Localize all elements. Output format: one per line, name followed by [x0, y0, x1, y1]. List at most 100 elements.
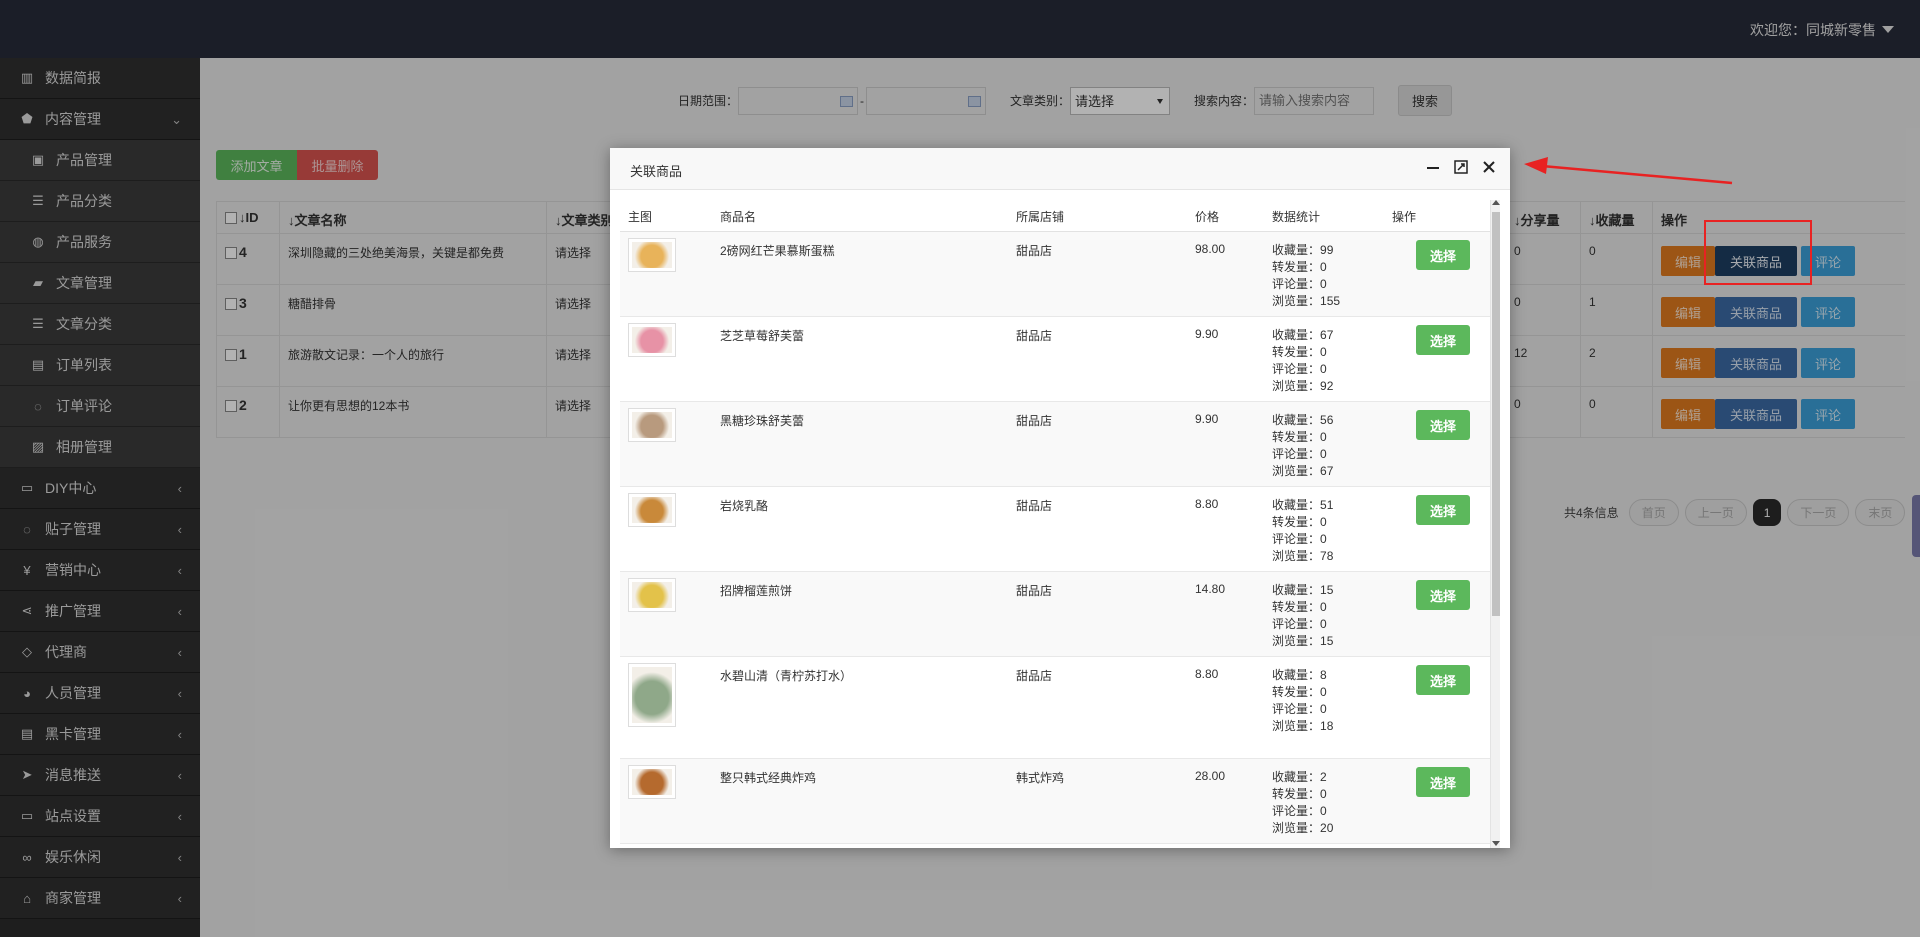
stat-value: 0: [1320, 685, 1327, 699]
select-product-button[interactable]: 选择: [1416, 580, 1470, 610]
product-shop: 甜品店: [1016, 584, 1053, 598]
stat-value: 2: [1320, 770, 1327, 784]
select-product-button[interactable]: 选择: [1416, 665, 1470, 695]
stat-value: 0: [1320, 787, 1327, 801]
stat-label: 评论量：: [1272, 447, 1321, 461]
stat-value: 18: [1320, 719, 1334, 733]
product-list-header: 主图 商品名 所属店铺 价格 数据统计 操作: [620, 190, 1492, 232]
stat-fav: 收藏量：99: [1272, 242, 1340, 259]
stat-label: 浏览量：: [1272, 821, 1321, 835]
list-item: 岩烧乳酪 甜品店 8.80 收藏量：51 转发量：0 评论量：0 浏览量：78 选择: [620, 487, 1492, 572]
col-header-shop: 所属店铺: [1016, 210, 1065, 224]
product-thumbnail: [628, 765, 676, 799]
product-image: [632, 582, 672, 608]
product-image: [632, 242, 672, 268]
product-stats: 收藏量：56 转发量：0 评论量：0 浏览量：67: [1272, 412, 1333, 480]
stat-value: 0: [1320, 277, 1327, 291]
product-price: 9.90: [1195, 327, 1219, 341]
product-name: 黑糖珍珠舒芙蕾: [720, 414, 805, 428]
stat-value: 56: [1320, 413, 1334, 427]
annotation-arrow-icon: [1524, 157, 1733, 185]
stat-value: 0: [1320, 804, 1327, 818]
list-item: 芝芝草莓舒芙蕾 甜品店 9.90 收藏量：67 转发量：0 评论量：0 浏览量：92 选择: [620, 317, 1492, 402]
stat-view: 浏览量：155: [1272, 293, 1340, 310]
scroll-thumb[interactable]: [1492, 212, 1500, 616]
stat-label: 转发量：: [1272, 787, 1321, 801]
stat-label: 收藏量：: [1272, 243, 1321, 257]
link-product-modal: 关联商品 主图 商品名 所属店铺 价格 数据统计 操作 2磅网红芒果慕斯蛋糕 甜品…: [610, 148, 1510, 848]
stat-value: 67: [1320, 328, 1334, 342]
modal-header: 关联商品: [610, 148, 1510, 190]
stat-value: 155: [1320, 294, 1341, 308]
col-header-name: 商品名: [720, 210, 757, 224]
product-stats: 收藏量：51 转发量：0 评论量：0 浏览量：78: [1272, 497, 1333, 565]
close-icon[interactable]: [1482, 160, 1496, 174]
stat-value: 15: [1320, 634, 1334, 648]
product-image: [632, 327, 672, 353]
scroll-down-icon[interactable]: [1492, 841, 1500, 846]
product-price: 14.80: [1195, 582, 1226, 596]
product-stats: 收藏量：67 转发量：0 评论量：0 浏览量：92: [1272, 327, 1333, 395]
stat-label: 浏览量：: [1272, 634, 1321, 648]
stat-value: 0: [1320, 702, 1327, 716]
stat-share: 转发量：0: [1272, 259, 1340, 276]
list-item: 招牌榴莲煎饼 甜品店 14.80 收藏量：15 转发量：0 评论量：0 浏览量：15 选择: [620, 572, 1492, 657]
product-image: [632, 497, 672, 523]
product-thumbnail: [628, 578, 676, 612]
stat-view: 浏览量：67: [1272, 463, 1333, 480]
product-price: 8.80: [1195, 667, 1219, 681]
list-item: 水碧山清（青柠苏打水） 甜品店 8.80 收藏量：8 转发量：0 评论量：0 浏览量：18 选…: [620, 657, 1492, 759]
stat-value: 0: [1320, 515, 1327, 529]
stat-view: 浏览量：18: [1272, 718, 1333, 735]
stat-share: 转发量：0: [1272, 786, 1333, 803]
stat-view: 浏览量：20: [1272, 820, 1333, 837]
stat-value: 0: [1320, 600, 1327, 614]
product-price: 9.90: [1195, 412, 1219, 426]
stat-comment: 评论量：0: [1272, 531, 1333, 548]
modal-scrollbar[interactable]: [1490, 200, 1500, 848]
stat-label: 浏览量：: [1272, 294, 1321, 308]
side-float-tab[interactable]: [1912, 495, 1920, 557]
stat-fav: 收藏量：56: [1272, 412, 1333, 429]
stat-comment: 评论量：0: [1272, 701, 1333, 718]
select-product-button[interactable]: 选择: [1416, 325, 1470, 355]
modal-title: 关联商品: [630, 164, 683, 179]
select-product-button[interactable]: 选择: [1416, 767, 1470, 797]
stat-label: 评论量：: [1272, 532, 1321, 546]
stat-label: 收藏量：: [1272, 498, 1321, 512]
scroll-up-icon[interactable]: [1492, 200, 1500, 205]
modal-body: 主图 商品名 所属店铺 价格 数据统计 操作 2磅网红芒果慕斯蛋糕 甜品店 98.0…: [610, 190, 1510, 848]
stat-label: 评论量：: [1272, 277, 1321, 291]
stat-label: 评论量：: [1272, 617, 1321, 631]
stat-fav: 收藏量：2: [1272, 769, 1333, 786]
stat-label: 转发量：: [1272, 345, 1321, 359]
stat-label: 评论量：: [1272, 702, 1321, 716]
stat-comment: 评论量：0: [1272, 276, 1340, 293]
stat-label: 转发量：: [1272, 260, 1321, 274]
list-item: 2磅网红芒果慕斯蛋糕 甜品店 98.00 收藏量：99 转发量：0 评论量：0 浏览量：15…: [620, 232, 1492, 317]
stat-fav: 收藏量：15: [1272, 582, 1333, 599]
stat-share: 转发量：0: [1272, 344, 1333, 361]
product-name: 招牌榴莲煎饼: [720, 584, 793, 598]
stat-comment: 评论量：0: [1272, 803, 1333, 820]
highlight-annotation-box: [1704, 220, 1812, 285]
stat-label: 转发量：: [1272, 600, 1321, 614]
stat-label: 转发量：: [1272, 515, 1321, 529]
select-product-button[interactable]: 选择: [1416, 410, 1470, 440]
stat-fav: 收藏量：8: [1272, 667, 1333, 684]
minimize-icon[interactable]: [1426, 160, 1440, 174]
select-product-button[interactable]: 选择: [1416, 240, 1470, 270]
stat-label: 浏览量：: [1272, 379, 1321, 393]
select-product-button[interactable]: 选择: [1416, 495, 1470, 525]
stat-view: 浏览量：15: [1272, 633, 1333, 650]
stat-value: 0: [1320, 260, 1327, 274]
product-stats: 收藏量：8 转发量：0 评论量：0 浏览量：18: [1272, 667, 1333, 735]
stat-label: 浏览量：: [1272, 549, 1321, 563]
stat-label: 收藏量：: [1272, 328, 1321, 342]
stat-view: 浏览量：78: [1272, 548, 1333, 565]
maximize-icon[interactable]: [1454, 160, 1468, 174]
product-thumbnail: [628, 408, 676, 442]
stat-fav: 收藏量：51: [1272, 497, 1333, 514]
list-item: 整只韩式经典炸鸡 韩式炸鸡 28.00 收藏量：2 转发量：0 评论量：0 浏览量：20 选择: [620, 759, 1492, 844]
product-name: 水碧山清（青柠苏打水）: [720, 669, 853, 683]
